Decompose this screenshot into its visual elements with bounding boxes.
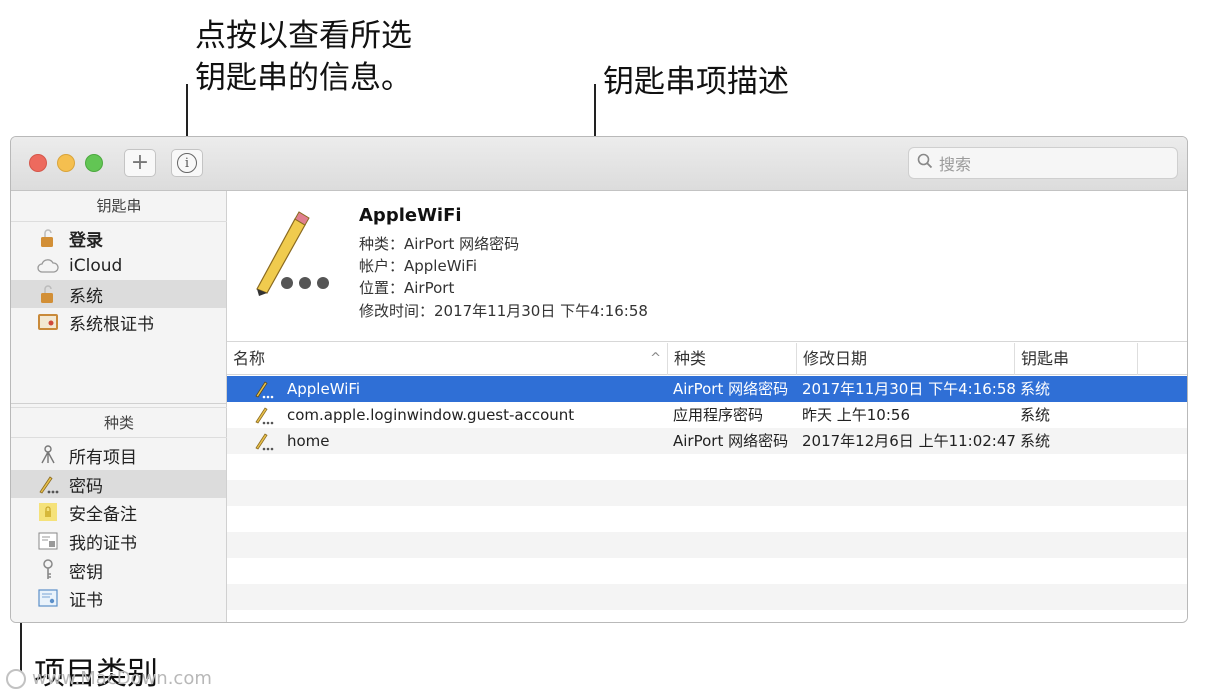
zoom-window-button[interactable] — [85, 154, 103, 172]
item-modified: 修改时间：2017年11月30日 下午4:16:58 — [359, 302, 648, 320]
sidebar-divider — [11, 403, 227, 404]
categories-header: 种类 — [11, 407, 227, 438]
table-row[interactable]: com.apple.loginwindow.guest-account 应用程序… — [227, 402, 1187, 429]
search-placeholder: 搜索 — [939, 155, 972, 174]
cell-kind: AirPort 网络密码 — [673, 380, 789, 398]
sidebar-item-label: 系统根证书 — [69, 314, 154, 335]
cell-date: 昨天 上午10:56 — [802, 406, 910, 424]
cell-name: home — [287, 432, 330, 450]
sidebar-item-label: 我的证书 — [69, 533, 137, 554]
cell-keychain: 系统 — [1020, 380, 1051, 398]
sidebar-item-label: 系统 — [69, 286, 103, 307]
item-account: 帐户：AppleWiFi — [359, 257, 478, 275]
column-header-name[interactable]: 名称 ^ — [227, 343, 668, 375]
callout-info-line2: 钥匙串的信息。 — [195, 60, 412, 96]
cell-keychain: 系统 — [1020, 406, 1051, 424]
sidebar-item-certificates[interactable]: 证书 — [11, 584, 226, 612]
item-kind: 种类：AirPort 网络密码 — [359, 235, 520, 253]
cloud-icon — [37, 255, 59, 277]
secure-note-icon — [37, 501, 59, 523]
column-header-label: 钥匙串 — [1021, 349, 1070, 368]
sidebar-item-system-roots[interactable]: 系统根证书 — [11, 308, 226, 336]
cell-date: 2017年11月30日 下午4:16:58 — [802, 380, 1015, 398]
sidebar-item-label: iCloud — [69, 256, 123, 276]
lock-icon — [37, 227, 59, 249]
empty-row — [227, 558, 1187, 584]
column-header-keychain[interactable]: 钥匙串 — [1015, 343, 1138, 375]
info-icon: i — [177, 153, 197, 173]
info-icon-glyph: i — [184, 155, 190, 171]
item-description-pane: AppleWiFi 种类：AirPort 网络密码 帐户：AppleWiFi 位… — [227, 191, 1187, 342]
cell-date: 2017年12月6日 上午11:02:47 — [802, 432, 1015, 450]
empty-row — [227, 532, 1187, 558]
sort-ascending-icon: ^ — [650, 351, 661, 366]
column-header-date[interactable]: 修改日期 — [797, 343, 1015, 375]
lock-icon — [37, 283, 59, 305]
pencil-icon — [253, 379, 275, 403]
toolbar: + i 搜索 — [11, 137, 1187, 191]
sidebar-item-label: 所有项目 — [69, 447, 137, 468]
plus-icon: + — [130, 150, 150, 175]
callout-description: 钥匙串项描述 — [603, 64, 789, 100]
pencil-icon — [253, 431, 275, 455]
cell-kind: AirPort 网络密码 — [673, 432, 789, 450]
watermark-text: www.MacDown.com — [32, 668, 212, 689]
certificate-cabinet-icon — [37, 311, 59, 333]
watermark: www.MacDown.com — [6, 668, 212, 689]
watermark-logo-icon — [6, 668, 26, 689]
sidebar: 钥匙串 登录 iCloud 系统 系统根证书 种类 所有项目 密码 安全备注 我… — [11, 191, 227, 622]
search-icon — [917, 153, 933, 173]
items-table: 名称 ^ 种类 修改日期 钥匙串 AppleWiFi AirPort 网络密码 … — [227, 343, 1187, 622]
password-large-icon — [249, 207, 339, 301]
sidebar-item-keys[interactable]: 密钥 — [11, 556, 226, 584]
table-row[interactable]: AppleWiFi AirPort 网络密码 2017年11月30日 下午4:1… — [227, 376, 1187, 403]
sidebar-item-label: 密码 — [69, 476, 103, 497]
column-header-label: 名称 — [233, 349, 266, 368]
empty-row — [227, 584, 1187, 610]
all-items-icon — [37, 444, 59, 466]
pencil-icon — [37, 473, 59, 495]
table-row[interactable]: home AirPort 网络密码 2017年12月6日 上午11:02:47 … — [227, 428, 1187, 455]
cell-name: AppleWiFi — [287, 380, 361, 398]
close-window-button[interactable] — [29, 154, 47, 172]
empty-row — [227, 480, 1187, 506]
sidebar-item-my-certificates[interactable]: 我的证书 — [11, 527, 226, 555]
add-item-button[interactable]: + — [124, 149, 156, 177]
certificate-icon — [37, 587, 59, 609]
empty-row — [227, 454, 1187, 480]
sidebar-item-all-items[interactable]: 所有项目 — [11, 441, 226, 469]
sidebar-item-icloud[interactable]: iCloud — [11, 252, 226, 280]
column-header-label: 修改日期 — [803, 349, 868, 368]
search-field[interactable]: 搜索 — [908, 147, 1178, 179]
key-icon — [37, 559, 59, 581]
sidebar-item-secure-notes[interactable]: 安全备注 — [11, 498, 226, 526]
keychains-header: 钥匙串 — [11, 191, 227, 222]
callout-info-line1: 点按以查看所选 — [195, 18, 412, 54]
cell-kind: 应用程序密码 — [673, 406, 764, 424]
sidebar-item-label: 安全备注 — [69, 504, 137, 525]
empty-row — [227, 506, 1187, 532]
minimize-window-button[interactable] — [57, 154, 75, 172]
sidebar-item-label: 证书 — [69, 590, 103, 611]
cell-keychain: 系统 — [1020, 432, 1051, 450]
sidebar-item-login[interactable]: 登录 — [11, 224, 226, 252]
info-button[interactable]: i — [171, 149, 203, 177]
sidebar-item-passwords[interactable]: 密码 — [11, 470, 226, 498]
item-where: 位置：AirPort — [359, 279, 455, 297]
sidebar-item-label: 登录 — [69, 230, 103, 251]
column-header-kind[interactable]: 种类 — [668, 343, 797, 375]
item-name: AppleWiFi — [359, 205, 462, 226]
my-certificate-icon — [37, 530, 59, 552]
cell-name: com.apple.loginwindow.guest-account — [287, 406, 575, 424]
keychain-access-window: + i 搜索 钥匙串 登录 iCloud 系统 系统根证书 种类 所有项目 密码… — [10, 136, 1188, 623]
column-header-label: 种类 — [674, 349, 707, 368]
sidebar-item-label: 密钥 — [69, 562, 103, 583]
pencil-icon — [253, 405, 275, 429]
sidebar-item-system[interactable]: 系统 — [11, 280, 226, 308]
